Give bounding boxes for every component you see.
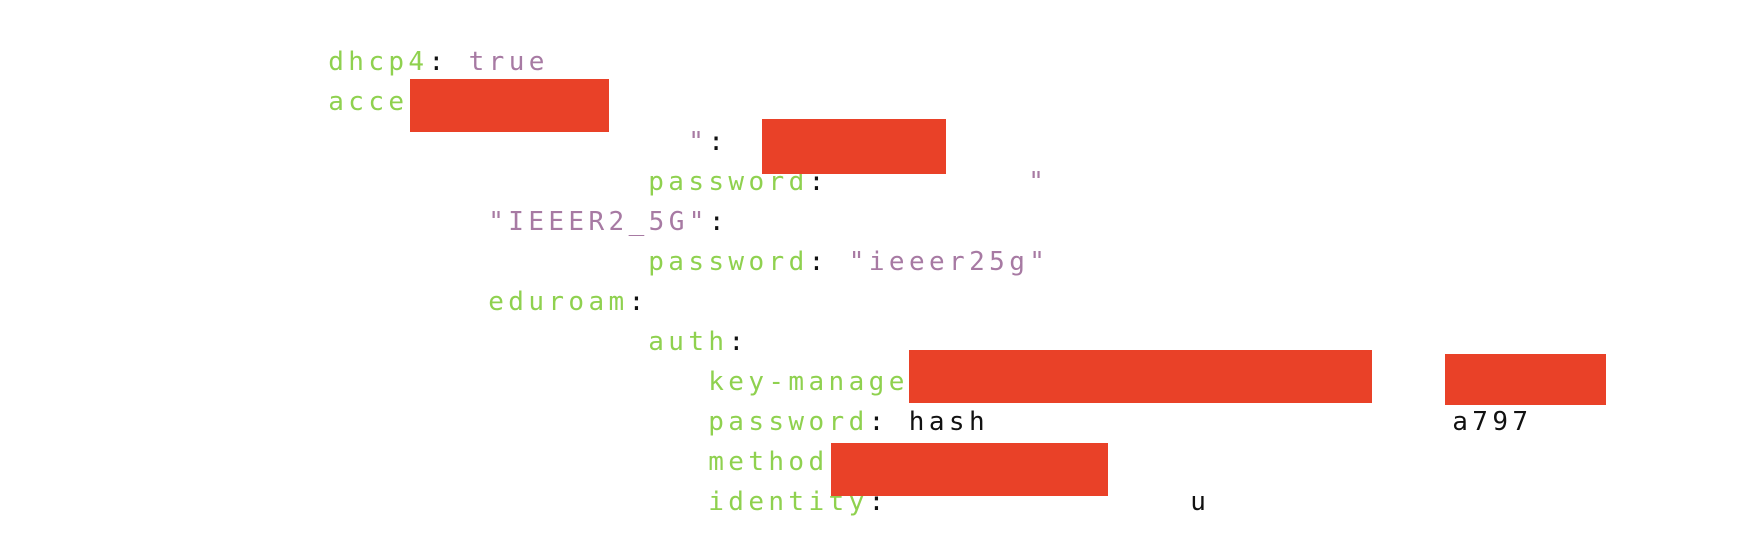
ssid2-password-colon: : <box>808 247 829 277</box>
line-ssid2-password: password: "ieeer25g" <box>568 211 1049 277</box>
identity-tail: u <box>1190 487 1211 517</box>
ssid2-password-key: password <box>648 247 809 277</box>
redaction-identity <box>831 443 1108 496</box>
redaction-ssid1-password <box>762 119 946 174</box>
redaction-auth-password-hash <box>909 350 1372 403</box>
yaml-code-view: dhcp4: true access-points: ": password: … <box>0 0 1760 538</box>
line-eduroam: eduroam: <box>408 251 649 317</box>
auth-password-middle: a797 <box>1452 407 1533 437</box>
ssid1-password-quote: " <box>1028 167 1049 197</box>
line-ssid2: "IEEER2_5G": <box>408 171 729 237</box>
line-ssid1: ": <box>608 91 728 157</box>
line-auth: auth: <box>568 291 749 357</box>
line-dhcp4: dhcp4: true <box>248 11 549 77</box>
ssid1-password-tail-wrap: " <box>948 131 1048 197</box>
redaction-ssid1 <box>410 79 609 132</box>
ssid2-password-value: "ieeer25g" <box>848 247 1050 277</box>
identity-tail-wrap: u <box>1110 451 1210 517</box>
redaction-auth-password-tail <box>1445 354 1606 405</box>
line-method: method: peap <box>628 411 949 477</box>
